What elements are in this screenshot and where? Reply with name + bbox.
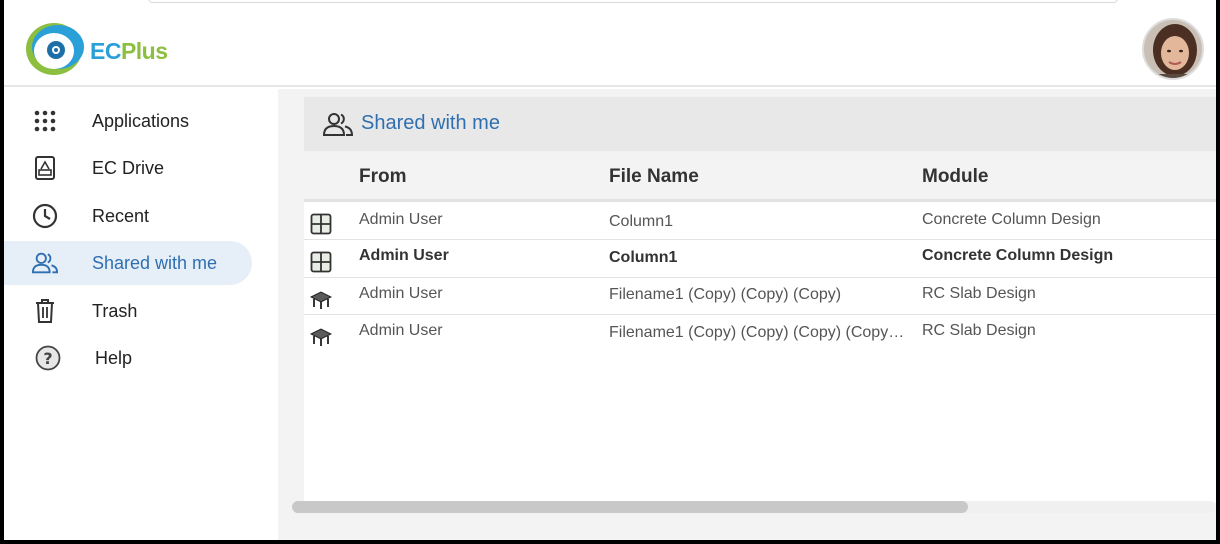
sidebar: Applications EC Drive Recent Shared with…: [4, 89, 278, 540]
cell-file-name: Filename1 (Copy) (Copy) (Copy): [609, 286, 842, 303]
column-header-file-name[interactable]: File Name: [609, 166, 699, 188]
brand-name: ECPlus: [90, 38, 168, 64]
page-header: Shared with me: [304, 97, 1216, 151]
help-icon: ?: [35, 345, 61, 371]
cell-file-name: Filename1 (Copy) (Copy) (Copy) (Copy…: [609, 324, 905, 341]
scrollbar-thumb[interactable]: [292, 501, 968, 513]
table-row[interactable]: Admin User Column1 Concrete Column Desig…: [304, 203, 1216, 240]
user-avatar[interactable]: [1142, 18, 1204, 80]
main-content: Shared with me From File Name Module Adm…: [278, 89, 1216, 540]
cell-module: Concrete Column Design: [922, 211, 1101, 228]
slab-module-icon: [310, 291, 332, 309]
clock-icon: [32, 203, 58, 229]
trash-icon: [36, 299, 54, 323]
svg-text:?: ?: [43, 349, 52, 368]
column-header-from[interactable]: From: [359, 166, 407, 188]
cell-from: Admin User: [359, 322, 443, 339]
sidebar-item-label: Applications: [92, 110, 190, 131]
sidebar-item-label: Trash: [92, 300, 138, 321]
cell-from: Admin User: [359, 247, 449, 264]
browser-strip: [4, 0, 1216, 8]
address-bar[interactable]: [148, 0, 1118, 3]
sidebar-item-trash[interactable]: Trash: [4, 289, 252, 333]
cell-module: RC Slab Design: [922, 322, 1036, 339]
ecplus-logo-icon[interactable]: [24, 20, 88, 78]
table-row[interactable]: Admin User Column1 Concrete Column Desig…: [304, 241, 1216, 278]
people-icon: [323, 113, 353, 136]
sidebar-item-label: EC Drive: [92, 157, 165, 178]
horizontal-scrollbar[interactable]: [292, 501, 1216, 513]
app-window: ECPlus Applications EC Drive Recent Shar…: [4, 0, 1216, 540]
sidebar-item-label: Shared with me: [92, 252, 218, 273]
app-header: ECPlus: [4, 8, 1216, 87]
cell-module: RC Slab Design: [922, 285, 1036, 302]
shared-files-table: From File Name Module Admin User Column1…: [304, 153, 1216, 503]
sidebar-item-shared-with-me[interactable]: Shared with me: [4, 241, 252, 285]
cell-from: Admin User: [359, 285, 443, 302]
column-module-icon: [310, 213, 332, 235]
cell-file-name: Column1: [609, 213, 674, 230]
sidebar-item-help[interactable]: ? Help: [4, 336, 252, 380]
apps-grid-icon: [34, 110, 56, 132]
sidebar-item-recent[interactable]: Recent: [4, 194, 252, 238]
sidebar-item-label: Recent: [92, 205, 150, 226]
sidebar-item-label: Help: [95, 347, 133, 368]
cell-file-name: Column1: [609, 249, 678, 266]
drive-icon: [35, 156, 55, 180]
page-title: Shared with me: [361, 112, 500, 134]
column-module-icon: [310, 251, 332, 273]
table-row[interactable]: Admin User Filename1 (Copy) (Copy) (Copy…: [304, 315, 1216, 352]
sidebar-item-applications[interactable]: Applications: [4, 99, 252, 143]
cell-from: Admin User: [359, 211, 443, 228]
table-row[interactable]: Admin User Filename1 (Copy) (Copy) (Copy…: [304, 278, 1216, 315]
sidebar-item-ec-drive[interactable]: EC Drive: [4, 146, 252, 190]
table-header: From File Name Module: [304, 153, 1216, 202]
slab-module-icon: [310, 328, 332, 346]
cell-module: Concrete Column Design: [922, 247, 1114, 264]
column-header-module[interactable]: Module: [922, 166, 989, 188]
people-icon: [32, 252, 58, 274]
